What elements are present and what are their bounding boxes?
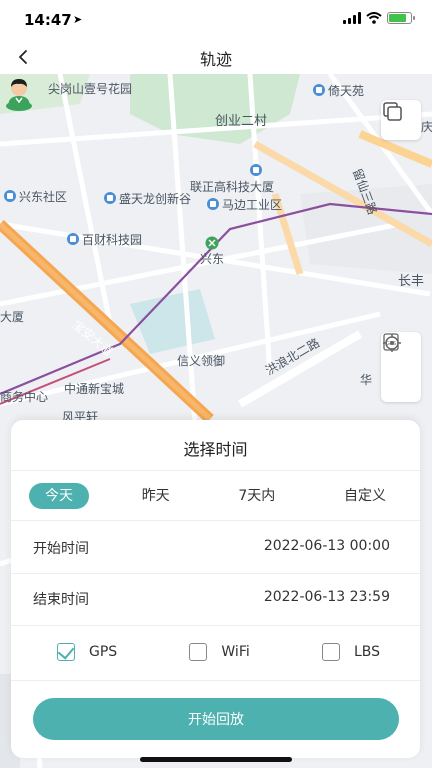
start-time-value[interactable]: 2022-06-13 00:00 <box>264 538 390 558</box>
layers-button[interactable] <box>381 100 421 140</box>
map-label: 倚天苑 <box>313 82 364 99</box>
checkbox-icon[interactable] <box>189 643 208 661</box>
wifi-label: WiFi <box>221 644 250 660</box>
device-avatar-icon[interactable] <box>0 74 38 112</box>
location-source-options: GPS WiFi LBS <box>57 643 380 661</box>
map-label: 盛天龙创新谷 <box>104 190 191 207</box>
wifi-icon <box>366 12 382 24</box>
status-time: 14:47 <box>24 11 72 29</box>
end-time-label: 结束时间 <box>33 592 89 608</box>
time-select-sheet: 选择时间 今天 昨天 7天内 自定义 开始时间 2022-06-13 00:00… <box>11 420 420 758</box>
map-label: 信义领御 <box>177 354 226 368</box>
divider <box>11 680 420 681</box>
map-label: 创业二村 <box>215 114 268 129</box>
gps-checkbox[interactable]: GPS <box>57 643 117 661</box>
map-label: 大厦 <box>0 310 25 324</box>
location-arrow-icon: ➤ <box>73 13 83 26</box>
map-label: 中通新宝城 <box>64 382 125 396</box>
sheet-title: 选择时间 <box>183 440 248 459</box>
map-label: 兴东 <box>200 252 225 266</box>
start-time-row[interactable]: 开始时间 2022-06-13 00:00 <box>33 538 390 558</box>
locate-icon[interactable] <box>381 332 403 354</box>
map-label: 百财科技园 <box>67 231 142 248</box>
layers-icon <box>383 102 402 121</box>
map-label: 马边工业区 <box>207 196 282 213</box>
wifi-checkbox[interactable]: WiFi <box>189 643 250 661</box>
nav-bar: 轨迹 <box>0 40 432 74</box>
tab-today[interactable]: 今天 <box>29 483 89 509</box>
divider <box>11 625 420 626</box>
map-label: 商务中心 <box>0 390 49 404</box>
divider <box>11 470 420 471</box>
start-playback-button[interactable]: 开始回放 <box>33 698 399 740</box>
gps-label: GPS <box>89 644 118 660</box>
signal-icon <box>343 12 361 24</box>
end-time-value[interactable]: 2022-06-13 23:59 <box>264 589 390 609</box>
map-label: 尖岗山壹号花园 <box>48 82 133 96</box>
metro-station-icon <box>205 236 219 250</box>
checkbox-icon[interactable] <box>321 643 340 661</box>
start-time-label: 开始时间 <box>33 541 89 557</box>
status-bar: 14:47 ➤ <box>0 0 432 40</box>
end-time-row[interactable]: 结束时间 2022-06-13 23:59 <box>33 589 390 609</box>
map-label: 华 <box>360 373 373 387</box>
divider <box>11 573 420 574</box>
status-icons <box>343 12 415 24</box>
tab-yesterday[interactable]: 昨天 <box>126 483 186 509</box>
checkbox-checked-icon[interactable] <box>57 643 75 661</box>
map-tools: GPS <box>381 332 421 402</box>
tab-custom[interactable]: 自定义 <box>328 483 402 509</box>
map-label: 庆 <box>421 120 432 134</box>
lbs-label: LBS <box>353 644 380 660</box>
home-indicator <box>140 757 292 762</box>
divider <box>11 520 420 521</box>
lbs-checkbox[interactable]: LBS <box>321 643 380 661</box>
tab-7-days[interactable]: 7天内 <box>222 483 291 509</box>
map-label: 长丰 <box>398 274 425 289</box>
date-range-tabs: 今天 昨天 7天内 自定义 <box>29 482 402 510</box>
map-label: 兴东社区 <box>4 188 67 205</box>
battery-icon <box>387 12 415 24</box>
page-title: 轨迹 <box>199 50 232 69</box>
map-label: 联正高科技大厦 <box>190 164 274 195</box>
